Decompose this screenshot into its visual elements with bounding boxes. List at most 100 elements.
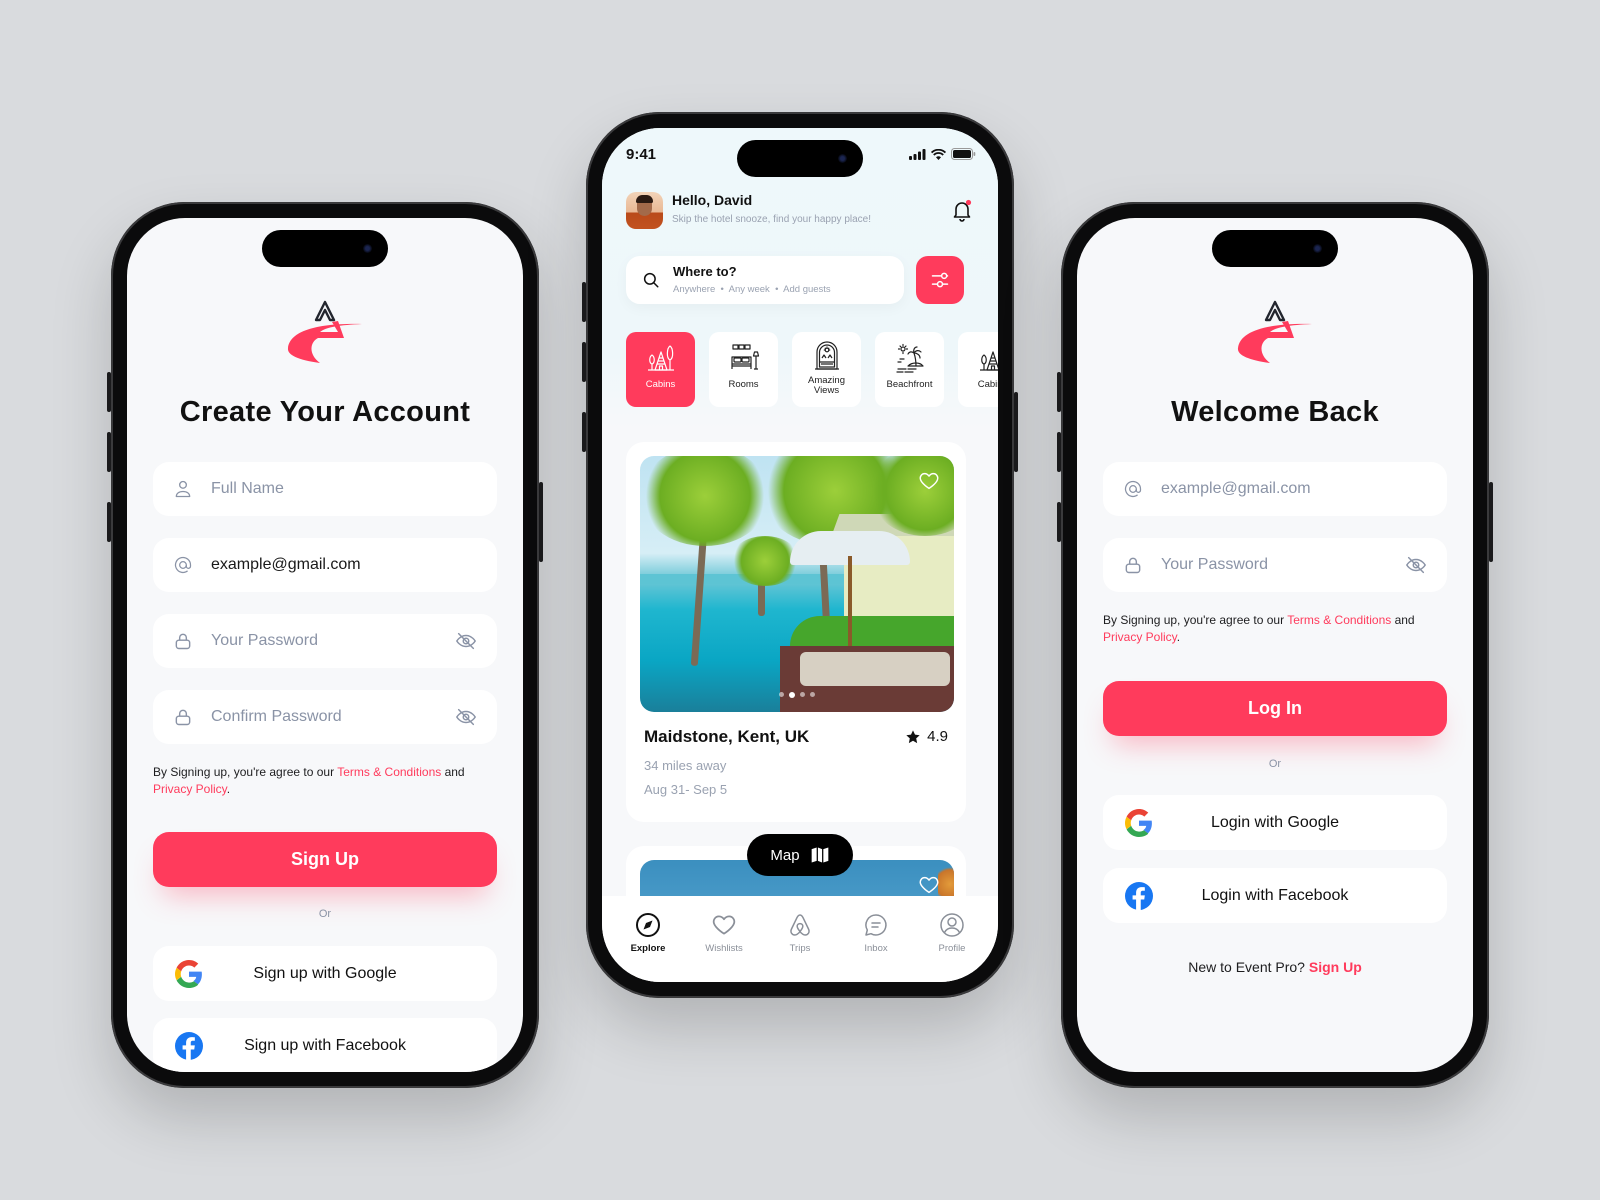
eye-off-icon[interactable] [455,630,477,652]
window-view-icon [811,340,843,372]
filter-button[interactable] [916,256,964,304]
google-icon [1125,809,1153,837]
privacy-link[interactable]: Privacy Policy [1103,630,1177,644]
listing-title: Maidstone, Kent, UK [644,727,810,746]
email-value: example@gmail.com [211,556,361,573]
search-subtitle: Anywhere • Any week • Add guests [673,284,831,295]
greeting: Hello, David [672,192,753,208]
tab-inbox[interactable]: Inbox [846,912,906,982]
email-field[interactable]: example@gmail.com [1103,462,1447,516]
signal-icon [909,148,926,160]
privacy-link[interactable]: Privacy Policy [153,782,227,796]
dynamic-island [262,230,388,267]
password-field[interactable]: Your Password [1103,538,1447,592]
rating-value: 4.9 [927,728,948,745]
listing-photo[interactable] [640,456,954,712]
category-list: Cabins Rooms Amazing Views Beachfront Ca… [626,332,998,407]
beach-icon [894,342,926,374]
category-cabins-2[interactable]: Cabins [958,332,998,407]
eye-off-icon[interactable] [1405,554,1427,576]
tab-profile[interactable]: Profile [922,912,982,982]
facebook-icon [1125,882,1153,910]
filter-icon [931,272,949,288]
login-screen: Welcome Back example@gmail.com Your Pass… [1077,218,1473,1072]
tab-label: Explore [630,943,666,954]
page-title: Create Your Account [179,396,471,428]
password-placeholder: Your Password [211,632,319,649]
pagination-dot[interactable] [800,692,805,697]
or-divider: Or [1268,758,1282,770]
dynamic-island [737,140,863,177]
search-icon [643,272,659,288]
compass-icon [636,913,660,937]
pagination-dot[interactable] [789,692,795,698]
terms-prefix: By Signing up, you're agree to our [1103,613,1288,627]
heart-icon[interactable] [918,874,940,896]
bell-icon[interactable] [950,198,974,222]
sign-up-link[interactable]: Sign Up [1309,959,1362,975]
map-button[interactable]: Map [747,834,853,876]
battery-icon [951,148,976,160]
star-icon [906,729,920,743]
category-label: Cabins [977,379,998,390]
category-label: Amazing Views [808,375,845,396]
category-cabins[interactable]: Cabins [626,332,695,407]
tab-explore[interactable]: Explore [618,912,678,982]
listing-rating: 4.9 [905,728,948,745]
facebook-signup-button[interactable]: Sign up with Facebook [153,1018,497,1072]
category-beachfront[interactable]: Beachfront [875,332,944,407]
cabin-icon [977,342,999,374]
listing-distance: 34 miles away [644,758,727,773]
google-signup-label: Sign up with Google [253,964,397,982]
category-label: Cabins [645,379,676,390]
lock-icon [173,631,193,651]
category-amazing-views[interactable]: Amazing Views [792,332,861,407]
tab-label: Profile [938,943,966,954]
full-name-field[interactable]: Full Name [153,462,497,516]
lock-icon [1123,555,1143,575]
heart-icon[interactable] [918,470,940,492]
camera-icon [363,244,372,253]
avatar[interactable] [626,192,663,229]
confirm-password-field[interactable]: Confirm Password [153,690,497,744]
tab-trips[interactable]: Trips [770,912,830,982]
confirm-password-placeholder: Confirm Password [211,708,342,725]
email-field[interactable]: example@gmail.com [153,538,497,592]
facebook-signup-label: Sign up with Facebook [244,1036,406,1054]
search-bar[interactable]: Where to? Anywhere • Any week • Add gues… [626,256,904,304]
photo-pagination [640,692,954,698]
status-time: 9:41 [626,146,657,163]
photo-palm [640,456,770,546]
category-label: Beachfront [886,379,933,390]
signup-screen: Create Your Account Full Name example@gm… [127,218,523,1072]
chat-icon [865,914,887,936]
app-logo-icon [1230,290,1320,370]
listing-card[interactable]: Maidstone, Kent, UK 4.9 34 miles away Au… [626,442,966,822]
facebook-login-button[interactable]: Login with Facebook [1103,868,1447,923]
photo-lounger [800,652,950,686]
sign-up-button[interactable]: Sign Up [153,832,497,887]
terms-text: By Signing up, you're agree to our Terms… [1103,612,1447,646]
terms-middle: and [1391,613,1415,627]
password-field[interactable]: Your Password [153,614,497,668]
explore-phone: 9:41 Hello, David Skip the hotel snooze,… [582,112,1018,998]
pagination-dot[interactable] [810,692,815,697]
google-icon [175,960,203,988]
at-icon [173,555,193,575]
cabin-icon [645,342,677,374]
log-in-button[interactable]: Log In [1103,681,1447,736]
eye-off-icon[interactable] [455,706,477,728]
terms-suffix: . [1176,630,1181,644]
tab-wishlists[interactable]: Wishlists [694,912,754,982]
google-signup-button[interactable]: Sign up with Google [153,946,497,1001]
facebook-icon [175,1032,203,1060]
tab-label: Inbox [864,943,888,954]
terms-link[interactable]: Terms & Conditions [1287,613,1391,627]
search-title: Where to? [673,264,737,279]
terms-link[interactable]: Terms & Conditions [337,765,441,779]
category-rooms[interactable]: Rooms [709,332,778,407]
status-icons [909,148,976,160]
category-label: Rooms [728,379,759,390]
pagination-dot[interactable] [779,692,784,697]
google-login-button[interactable]: Login with Google [1103,795,1447,850]
